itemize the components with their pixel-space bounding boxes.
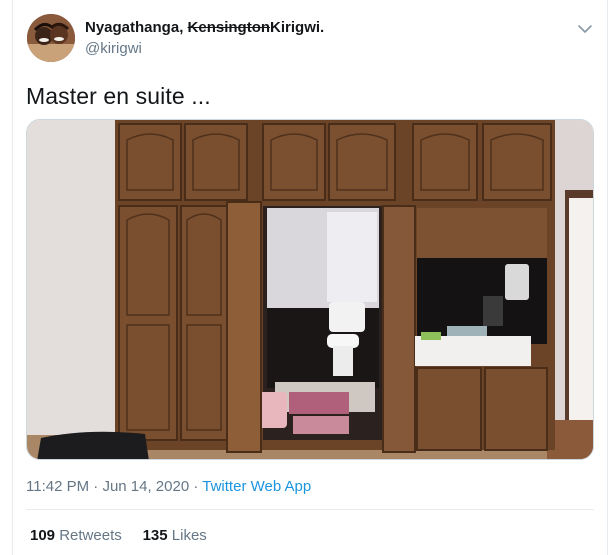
tweet-date[interactable]: Jun 14, 2020 bbox=[102, 478, 189, 495]
tweet-time[interactable]: 11:42 PM bbox=[26, 478, 89, 495]
chevron-down-icon[interactable] bbox=[576, 20, 594, 38]
display-name-first: Nyagathanga, bbox=[85, 19, 184, 36]
display-name-struck: Kensington bbox=[187, 19, 271, 36]
retweets-label: Retweets bbox=[59, 527, 122, 544]
display-name-last: Kirigwi. bbox=[270, 19, 325, 36]
meta-separator: · bbox=[93, 478, 99, 495]
likes-stat[interactable]: 135 Likes bbox=[143, 527, 207, 544]
tweet-meta: 11:42 PM · Jun 14, 2020 · Twitter Web Ap… bbox=[26, 478, 311, 495]
user-handle[interactable]: @kirigwi bbox=[85, 40, 142, 57]
tweet-photo[interactable] bbox=[26, 119, 594, 460]
tweet-text: Master en suite ... bbox=[26, 83, 211, 109]
meta-separator: · bbox=[193, 478, 199, 495]
retweets-count: 109 bbox=[30, 527, 56, 544]
tweet-stats: 109 Retweets 135 Likes bbox=[30, 527, 207, 544]
divider bbox=[26, 509, 594, 510]
avatar-photo bbox=[27, 14, 75, 62]
source-app-link[interactable]: Twitter Web App bbox=[202, 478, 311, 495]
display-name[interactable]: Nyagathanga, KensingtonKirigwi. bbox=[85, 19, 324, 36]
avatar[interactable] bbox=[27, 14, 75, 62]
retweets-stat[interactable]: 109 Retweets bbox=[30, 527, 122, 544]
photo-wardrobe-toilet bbox=[27, 120, 593, 459]
tweet-card: Nyagathanga, KensingtonKirigwi. @kirigwi… bbox=[0, 0, 615, 555]
likes-label: Likes bbox=[171, 527, 207, 544]
likes-count: 135 bbox=[142, 527, 168, 544]
